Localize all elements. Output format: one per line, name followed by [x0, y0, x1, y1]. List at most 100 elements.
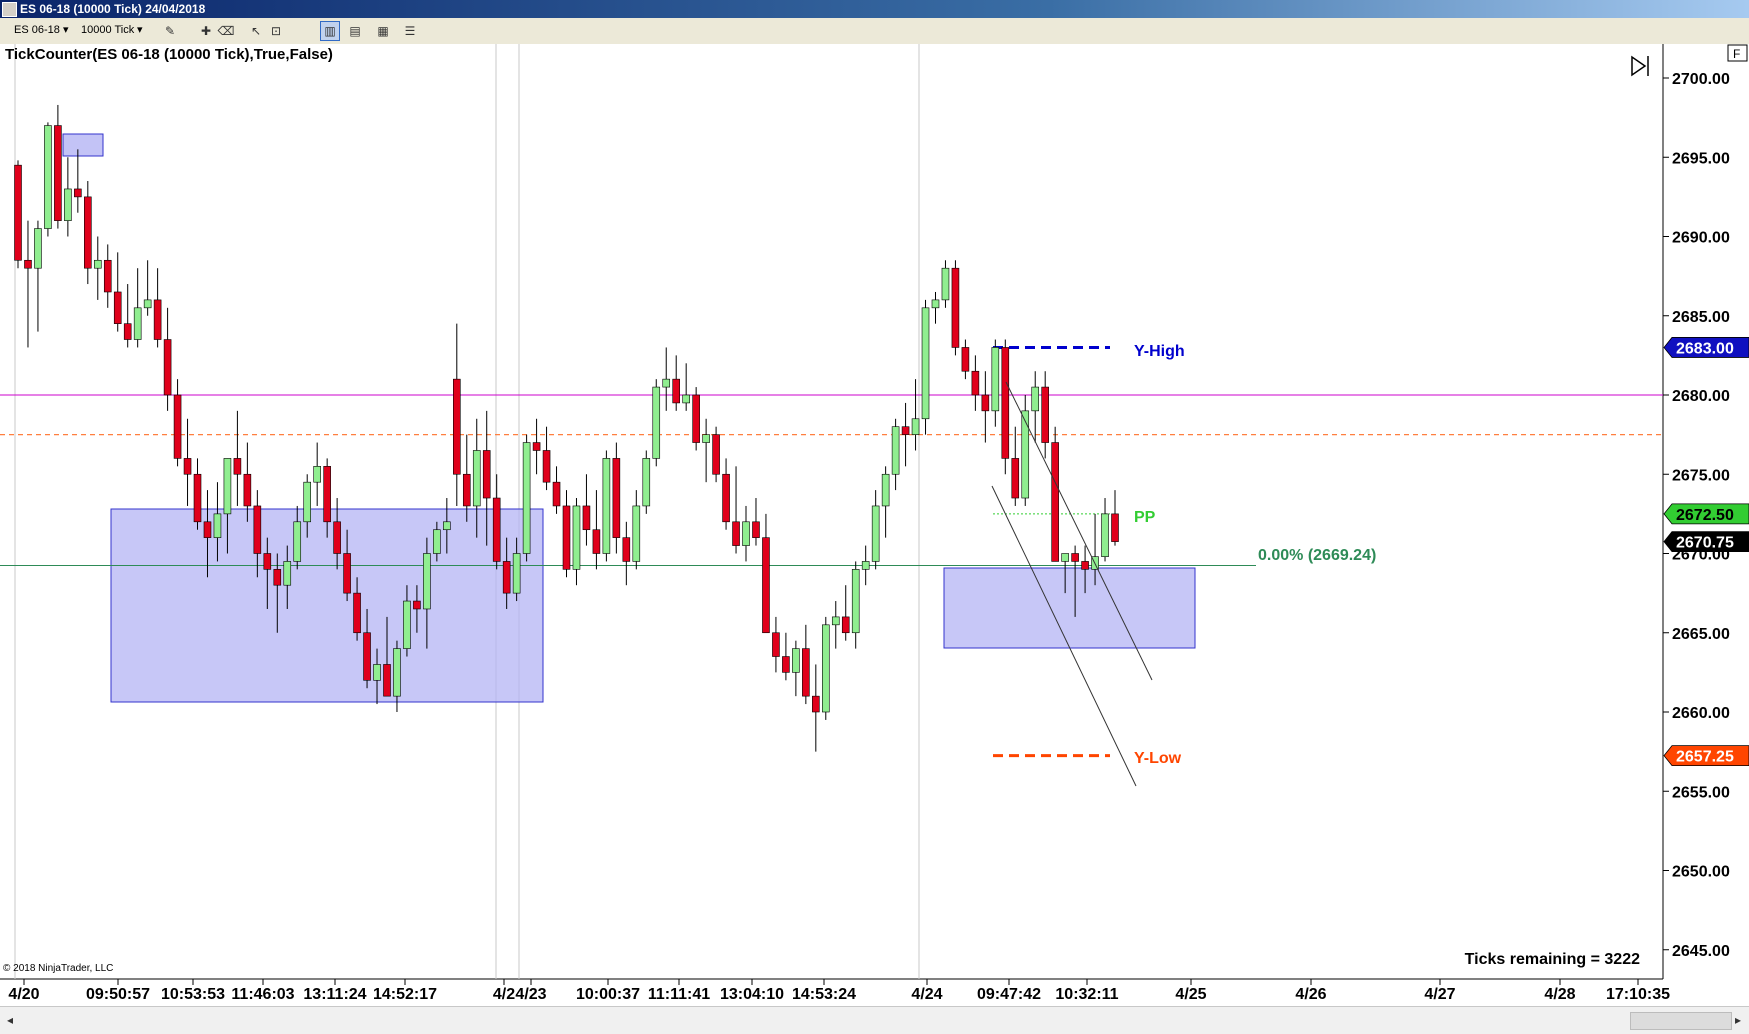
price-label: 2700.00 — [1672, 71, 1730, 88]
candle-body — [183, 458, 192, 475]
candle-body — [802, 648, 810, 697]
instrument-dropdown-icon[interactable]: ▾ — [63, 22, 69, 38]
candle — [652, 379, 661, 467]
candle-body — [1021, 410, 1030, 499]
candle-body — [123, 323, 132, 340]
candle-body — [133, 307, 142, 340]
candle-body — [233, 458, 242, 475]
candle-body — [383, 664, 391, 697]
candle-body — [333, 521, 341, 554]
chart-toolbar: ES 06-18 ▾ 10000 Tick ▾ ✎ ✚ ⌫ ↖ ⊡ ▥ ▤ ▦ … — [0, 18, 1749, 45]
ticks-remaining: Ticks remaining = 3222 — [1465, 951, 1640, 968]
candle-body — [871, 505, 880, 562]
candle-body — [652, 386, 661, 459]
candle-body — [1031, 386, 1040, 412]
candle — [692, 387, 700, 451]
candle-body — [632, 505, 641, 562]
price-chart[interactable]: 2700.00 2695.00 2690.00 2685.00 2680.00 2675.… — [0, 44, 1749, 1006]
candle-body — [752, 521, 760, 538]
candle-body — [24, 259, 32, 269]
pp-badge-text: 2672.50 — [1676, 507, 1734, 524]
candle-body — [14, 164, 22, 261]
candle-body — [403, 600, 411, 649]
time-label: 13:04:10 — [720, 986, 784, 1003]
yhigh-label: Y-High — [1134, 343, 1185, 360]
candle — [522, 434, 531, 562]
candle-body — [173, 394, 182, 459]
fib-label: 0.00% (2669.24) — [1258, 547, 1376, 564]
candle — [44, 122, 52, 237]
interval-selector[interactable]: 10000 Tick — [81, 22, 134, 38]
indicator-label: TickCounter(ES 06-18 (10000 Tick),True,F… — [5, 46, 333, 63]
candle — [1051, 426, 1059, 562]
candle-icon[interactable]: ▤ — [345, 21, 365, 41]
pp-badge: 2672.50 — [1663, 503, 1749, 525]
interval-dropdown-icon[interactable]: ▾ — [137, 22, 143, 38]
zoom-icon[interactable]: ⊡ — [266, 21, 286, 41]
add-icon[interactable]: ✚ — [196, 21, 216, 41]
candle-body — [243, 473, 252, 507]
candle-body — [961, 347, 970, 372]
zone-rectangle[interactable] — [110, 508, 544, 703]
properties-icon[interactable]: ☰ — [400, 21, 420, 41]
candle-body — [951, 267, 960, 348]
candle-body — [562, 505, 571, 570]
candle — [822, 616, 830, 720]
time-label: 11:46:03 — [231, 986, 294, 1003]
ylow-badge-text: 2657.25 — [1676, 749, 1734, 766]
candle-body — [702, 434, 710, 443]
scrollbar-thumb[interactable] — [1630, 1012, 1732, 1030]
scroll-right-icon[interactable]: ▸ — [1730, 1011, 1746, 1029]
candle-body — [413, 600, 421, 610]
candle-body — [792, 648, 800, 673]
candle-body — [393, 648, 401, 697]
candle-body — [712, 434, 720, 475]
candle-body — [153, 299, 162, 340]
candle-body — [672, 378, 680, 404]
pp-label: PP — [1134, 509, 1156, 526]
candle-body — [991, 347, 1000, 412]
candle-body — [1051, 442, 1059, 562]
price-label: 2690.00 — [1672, 230, 1730, 247]
price-label: 2695.00 — [1672, 150, 1730, 167]
candle-body — [622, 537, 631, 562]
cursor-icon[interactable]: ↖ — [246, 21, 266, 41]
candle-body — [582, 505, 591, 531]
candle-body — [1081, 561, 1089, 570]
zone-rectangle[interactable] — [943, 567, 1196, 649]
time-label: 10:00:37 — [576, 986, 640, 1003]
candle-body — [1041, 386, 1049, 443]
horizontal-scrollbar[interactable]: ◂ ▸ — [0, 1006, 1749, 1034]
time-label: 10:32:11 — [1055, 986, 1118, 1003]
pencil-icon[interactable]: ✎ — [160, 21, 180, 41]
candle-body — [542, 450, 551, 483]
candle-body — [1001, 347, 1010, 459]
candle-body — [363, 632, 371, 681]
candle-body — [911, 418, 920, 435]
yhigh-badge: 2683.00 — [1663, 337, 1749, 358]
candle-body — [512, 553, 521, 594]
chart-area[interactable]: 2700.00 2695.00 2690.00 2685.00 2680.00 2675.… — [0, 44, 1749, 1006]
candle-body — [64, 188, 72, 221]
candle-body — [353, 592, 361, 634]
candle-body — [971, 370, 980, 396]
candle-body — [143, 299, 152, 309]
time-label: 4/26 — [1295, 986, 1326, 1003]
eraser-icon[interactable]: ⌫ — [216, 21, 236, 41]
price-label: 2645.00 — [1672, 943, 1730, 960]
bar-chart-icon[interactable]: ▥ — [320, 21, 340, 41]
instrument-selector[interactable]: ES 06-18 — [14, 22, 60, 38]
scroll-left-icon[interactable]: ◂ — [2, 1011, 18, 1029]
zone-rectangle[interactable] — [62, 133, 104, 157]
candle-body — [522, 442, 531, 554]
price-label: 2685.00 — [1672, 309, 1730, 326]
line-icon[interactable]: ▦ — [373, 21, 393, 41]
last-price-badge: 2670.75 — [1663, 531, 1749, 553]
candle-body — [213, 513, 222, 538]
candle — [712, 426, 720, 483]
candle-body — [762, 537, 770, 634]
candle-body — [462, 473, 471, 507]
candle-body — [532, 442, 541, 451]
price-label: 2665.00 — [1672, 626, 1730, 643]
f-button[interactable]: F — [1727, 44, 1748, 62]
